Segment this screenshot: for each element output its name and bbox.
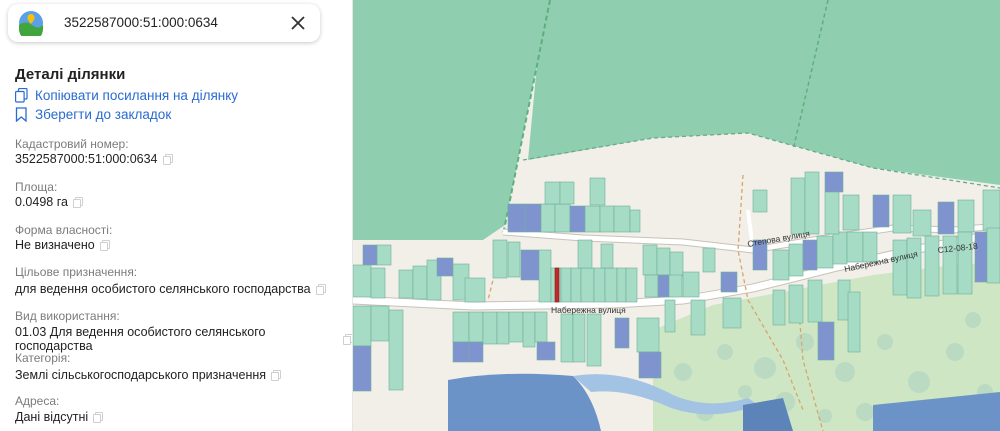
copy-icon[interactable] <box>315 284 326 295</box>
area-label: Площа: <box>15 180 58 194</box>
ownership-label: Форма власності: <box>15 223 113 237</box>
copy-link-label: Копіювати посилання на ділянку <box>35 88 239 103</box>
logo-icon <box>19 11 43 36</box>
copy-icon <box>15 88 28 103</box>
ownership-text: Не визначено <box>15 238 95 252</box>
purpose-text: для ведення особистого селянського госпо… <box>15 282 311 296</box>
area-value: 0.0498 га <box>15 195 83 209</box>
usage-label: Вид використання: <box>15 309 120 323</box>
area-text: 0.0498 га <box>15 195 68 209</box>
street-label: Набережна вулиця <box>551 305 626 315</box>
copy-icon[interactable] <box>99 240 110 251</box>
details-title: Деталі ділянки <box>15 66 126 83</box>
lake <box>448 373 601 431</box>
usage-text: 01.03 Для ведення особистого селянського… <box>15 325 266 353</box>
cadastral-number-value: 3522587000:51:000:0634 <box>15 152 173 166</box>
bookmark-icon <box>15 107 27 122</box>
copy-icon[interactable] <box>343 334 352 345</box>
copy-icon[interactable] <box>72 197 83 208</box>
category-value: Землі сільськогосподарського призначення <box>15 368 282 382</box>
copy-icon[interactable] <box>93 412 104 423</box>
bookmark-button[interactable]: Зберегти до закладок <box>15 107 171 122</box>
address-text: Дані відсутні <box>15 410 89 424</box>
category-text: Землі сільськогосподарського призначення <box>15 368 267 382</box>
purpose-label: Цільове призначення: <box>15 265 138 279</box>
bookmark-label: Зберегти до закладок <box>35 107 172 122</box>
search-box[interactable]: 3522587000:51:000:0634 <box>8 4 320 42</box>
cadastral-number-label: Кадастровий номер: <box>15 137 129 151</box>
purpose-value: для ведення особистого селянського госпо… <box>15 282 326 296</box>
address-value: Дані відсутні <box>15 410 104 424</box>
search-input[interactable]: 3522587000:51:000:0634 <box>64 15 218 30</box>
category-label: Категорія: <box>15 351 71 365</box>
cadastral-number-text: 3522587000:51:000:0634 <box>15 152 158 166</box>
sidebar-panel: 3522587000:51:000:0634 Деталі ділянки Ко… <box>0 0 353 431</box>
selected-parcel[interactable] <box>554 267 560 303</box>
copy-icon[interactable] <box>271 370 282 381</box>
address-label: Адреса: <box>15 394 60 408</box>
copy-link-button[interactable]: Копіювати посилання на ділянку <box>15 88 238 103</box>
copy-icon[interactable] <box>162 154 173 165</box>
ownership-value: Не визначено <box>15 238 110 252</box>
usage-value: 01.03 Для ведення особистого селянського… <box>15 325 352 353</box>
close-icon[interactable] <box>286 11 310 35</box>
map-view[interactable]: Набережна вулиця Набережна вулиця Степов… <box>353 0 1000 431</box>
